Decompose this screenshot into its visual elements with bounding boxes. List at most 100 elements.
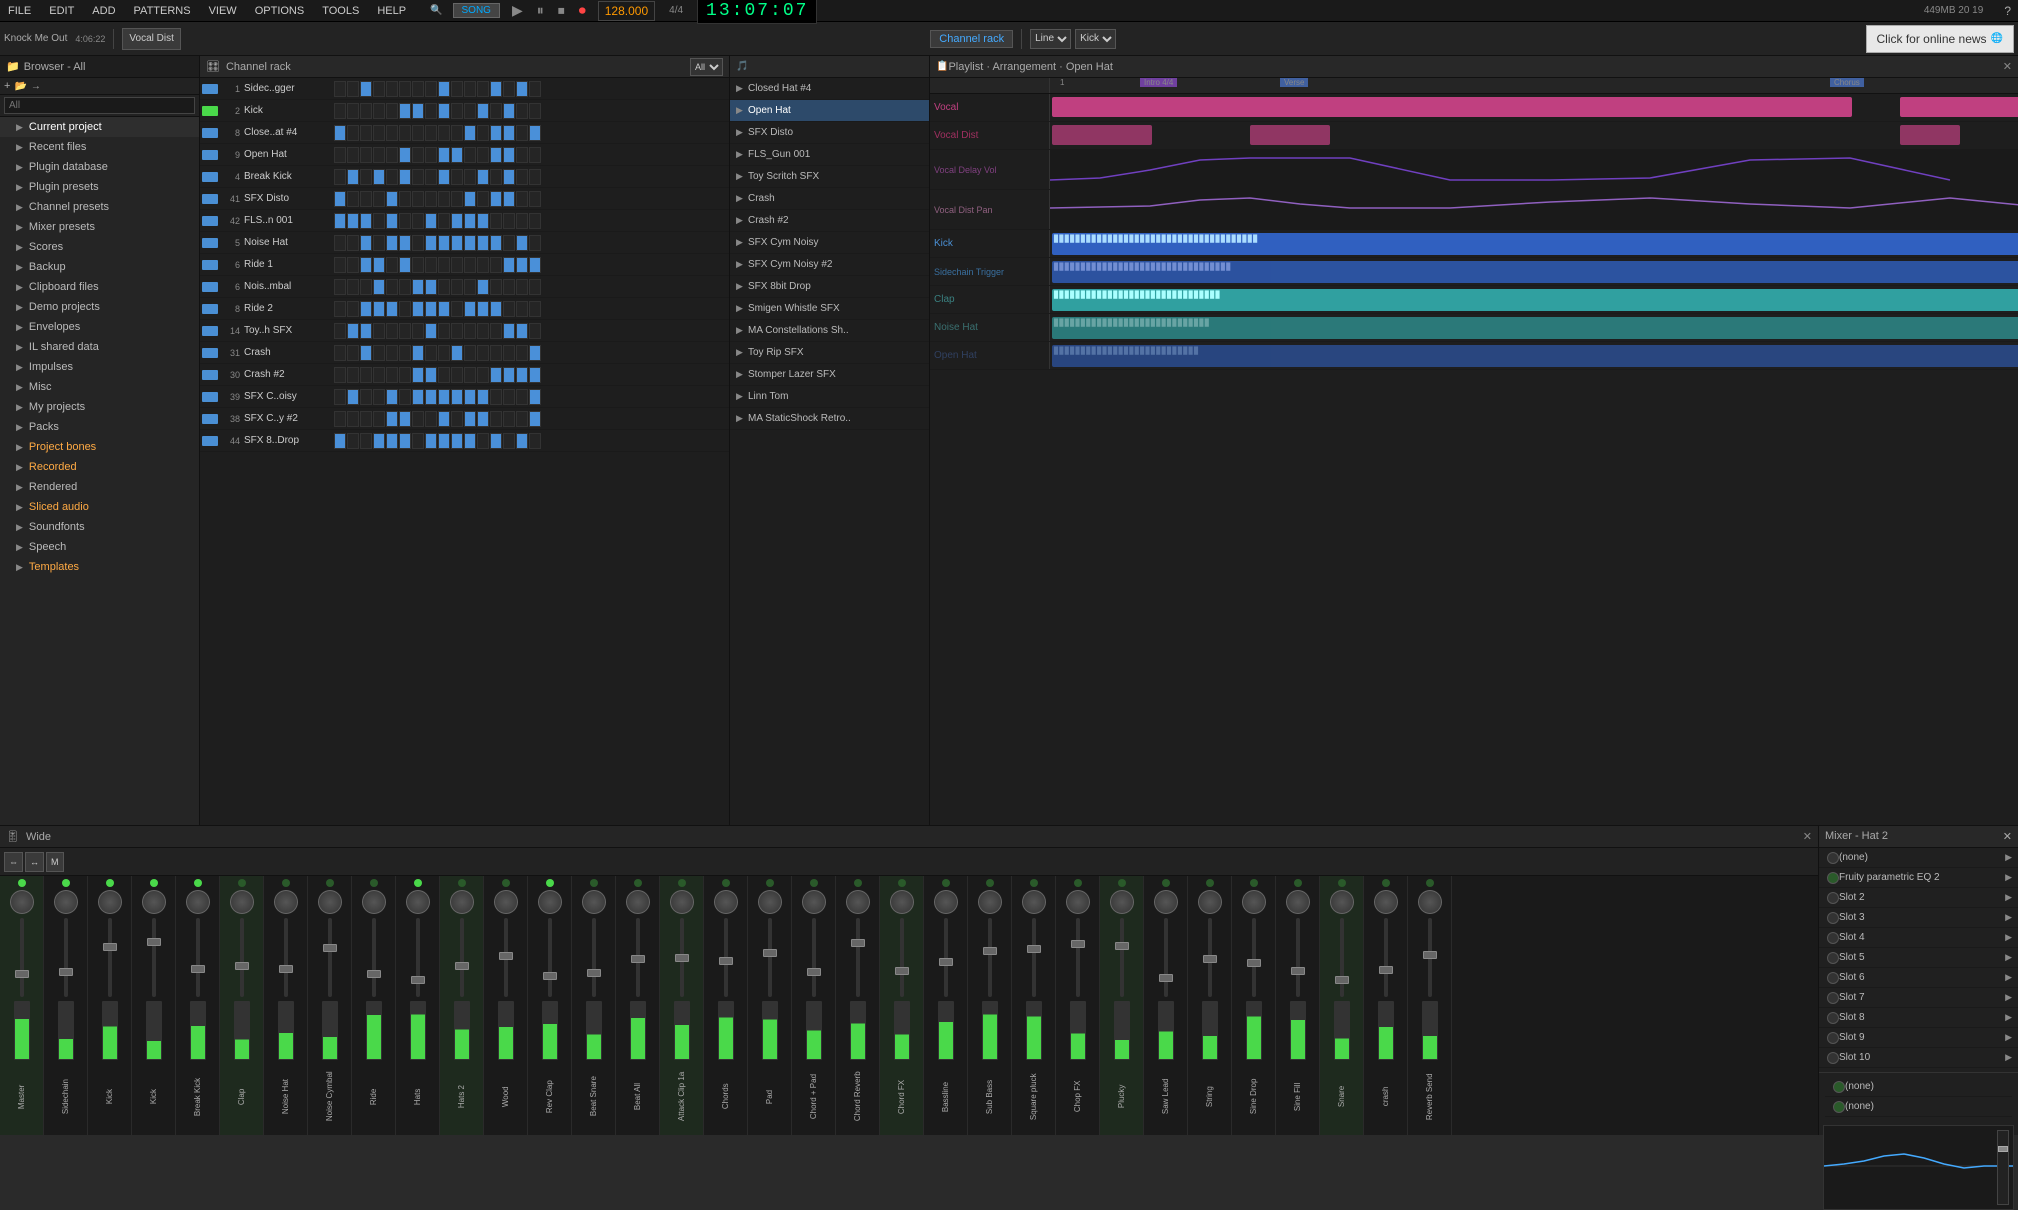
slot-power-7[interactable] xyxy=(1827,992,1839,1004)
level-meter-3[interactable] xyxy=(146,1001,162,1060)
pad-2-0[interactable] xyxy=(334,125,346,141)
slot-power-5[interactable] xyxy=(1827,952,1839,964)
pad-12-8[interactable] xyxy=(438,345,450,361)
pad-0-9[interactable] xyxy=(451,81,463,97)
fader-knob-28[interactable] xyxy=(1247,959,1261,967)
led-6[interactable] xyxy=(282,879,290,887)
pad-12-10[interactable] xyxy=(464,345,476,361)
pad-8-7[interactable] xyxy=(425,257,437,273)
pad-8-11[interactable] xyxy=(477,257,489,273)
instrument-item-0[interactable]: ▶ Closed Hat #4 xyxy=(730,78,929,100)
level-meter-13[interactable] xyxy=(586,1001,602,1060)
pad-4-11[interactable] xyxy=(477,169,489,185)
bpm-display[interactable]: 128.000 xyxy=(598,1,655,21)
pad-11-5[interactable] xyxy=(399,323,411,339)
stop-icon[interactable]: ⏹ xyxy=(558,2,565,19)
channel-rack-btn[interactable]: Channel rack xyxy=(930,30,1013,48)
add-icon[interactable]: + xyxy=(4,80,10,92)
pad-14-15[interactable] xyxy=(529,389,541,405)
slot-power-0[interactable] xyxy=(1827,852,1839,864)
pad-11-2[interactable] xyxy=(360,323,372,339)
level-meter-18[interactable] xyxy=(806,1001,822,1060)
slot-arrow-7[interactable]: ▶ xyxy=(2005,992,2012,1003)
pause-icon[interactable]: ⏸ xyxy=(537,2,544,19)
slot-power-9[interactable] xyxy=(1827,1032,1839,1044)
fader-knob-22[interactable] xyxy=(983,947,997,955)
pad-10-1[interactable] xyxy=(347,301,359,317)
level-meter-2[interactable] xyxy=(102,1001,118,1060)
pad-6-4[interactable] xyxy=(386,213,398,229)
level-meter-24[interactable] xyxy=(1070,1001,1086,1060)
pad-4-6[interactable] xyxy=(412,169,424,185)
send-knob-14[interactable] xyxy=(626,890,650,914)
pad-1-2[interactable] xyxy=(360,103,372,119)
pad-9-0[interactable] xyxy=(334,279,346,295)
pad-0-8[interactable] xyxy=(438,81,450,97)
pad-5-4[interactable] xyxy=(386,191,398,207)
pad-10-12[interactable] xyxy=(490,301,502,317)
master-fader[interactable] xyxy=(1997,1130,2009,1205)
pad-14-9[interactable] xyxy=(451,389,463,405)
instrument-item-15[interactable]: ▶ MA StaticShock Retro.. xyxy=(730,408,929,430)
pad-14-2[interactable] xyxy=(360,389,372,405)
pad-6-7[interactable] xyxy=(425,213,437,229)
pad-3-0[interactable] xyxy=(334,147,346,163)
led-26[interactable] xyxy=(1162,879,1170,887)
clip-kick[interactable]: ▊▊▊▊▊▊▊▊▊▊▊▊▊▊▊▊▊▊▊▊▊▊▊▊▊▊▊▊▊▊▊▊▊▊▊▊▊▊ xyxy=(1052,233,2018,255)
pad-0-0[interactable] xyxy=(334,81,346,97)
pad-8-9[interactable] xyxy=(451,257,463,273)
instrument-item-11[interactable]: ▶ MA Constellations Sh.. xyxy=(730,320,929,342)
pad-8-1[interactable] xyxy=(347,257,359,273)
fader-knob-17[interactable] xyxy=(763,949,777,957)
pad-14-6[interactable] xyxy=(412,389,424,405)
instrument-item-5[interactable]: ▶ Crash xyxy=(730,188,929,210)
pad-10-10[interactable] xyxy=(464,301,476,317)
pad-8-5[interactable] xyxy=(399,257,411,273)
pad-4-1[interactable] xyxy=(347,169,359,185)
pad-2-9[interactable] xyxy=(451,125,463,141)
pad-6-1[interactable] xyxy=(347,213,359,229)
instrument-item-1[interactable]: ▶ Open Hat xyxy=(730,100,929,122)
pad-15-13[interactable] xyxy=(503,411,515,427)
channel-row-8[interactable]: 6 Ride 1 xyxy=(200,254,729,276)
plugin-slot-10[interactable]: Slot 10 ▶ xyxy=(1819,1048,2018,1068)
led-23[interactable] xyxy=(1030,879,1038,887)
pad-12-0[interactable] xyxy=(334,345,346,361)
pad-9-4[interactable] xyxy=(386,279,398,295)
level-meter-29[interactable] xyxy=(1290,1001,1306,1060)
sidebar-item-my-projects[interactable]: ▶My projects xyxy=(0,397,199,417)
send-knob-23[interactable] xyxy=(1022,890,1046,914)
pad-7-13[interactable] xyxy=(503,235,515,251)
plugin-slot-2[interactable]: Slot 2 ▶ xyxy=(1819,888,2018,908)
send-knob-5[interactable] xyxy=(230,890,254,914)
slot-arrow-0[interactable]: ▶ xyxy=(2005,852,2012,863)
pad-6-9[interactable] xyxy=(451,213,463,229)
send-knob-13[interactable] xyxy=(582,890,606,914)
pad-5-10[interactable] xyxy=(464,191,476,207)
pad-15-8[interactable] xyxy=(438,411,450,427)
pad-0-4[interactable] xyxy=(386,81,398,97)
menu-add[interactable]: ADD xyxy=(88,3,119,19)
pad-0-12[interactable] xyxy=(490,81,502,97)
pad-16-13[interactable] xyxy=(503,433,515,449)
pad-0-14[interactable] xyxy=(516,81,528,97)
slot-arrow-8[interactable]: ▶ xyxy=(2005,1012,2012,1023)
level-meter-23[interactable] xyxy=(1026,1001,1042,1060)
sidebar-item-scores[interactable]: ▶Scores xyxy=(0,237,199,257)
pad-15-10[interactable] xyxy=(464,411,476,427)
pad-0-2[interactable] xyxy=(360,81,372,97)
plugin-slot-0[interactable]: (none) ▶ xyxy=(1819,848,2018,868)
level-meter-0[interactable] xyxy=(14,1001,30,1060)
fader-knob-3[interactable] xyxy=(147,938,161,946)
fader-knob-2[interactable] xyxy=(103,943,117,951)
menu-help[interactable]: HELP xyxy=(373,3,410,19)
sidebar-item-clipboard-files[interactable]: ▶Clipboard files xyxy=(0,277,199,297)
pad-16-6[interactable] xyxy=(412,433,424,449)
sidebar-item-plugin-database[interactable]: ▶Plugin database xyxy=(0,157,199,177)
pad-13-11[interactable] xyxy=(477,367,489,383)
pad-13-4[interactable] xyxy=(386,367,398,383)
pad-6-2[interactable] xyxy=(360,213,372,229)
led-30[interactable] xyxy=(1338,879,1346,887)
led-31[interactable] xyxy=(1382,879,1390,887)
send-knob-2[interactable] xyxy=(98,890,122,914)
